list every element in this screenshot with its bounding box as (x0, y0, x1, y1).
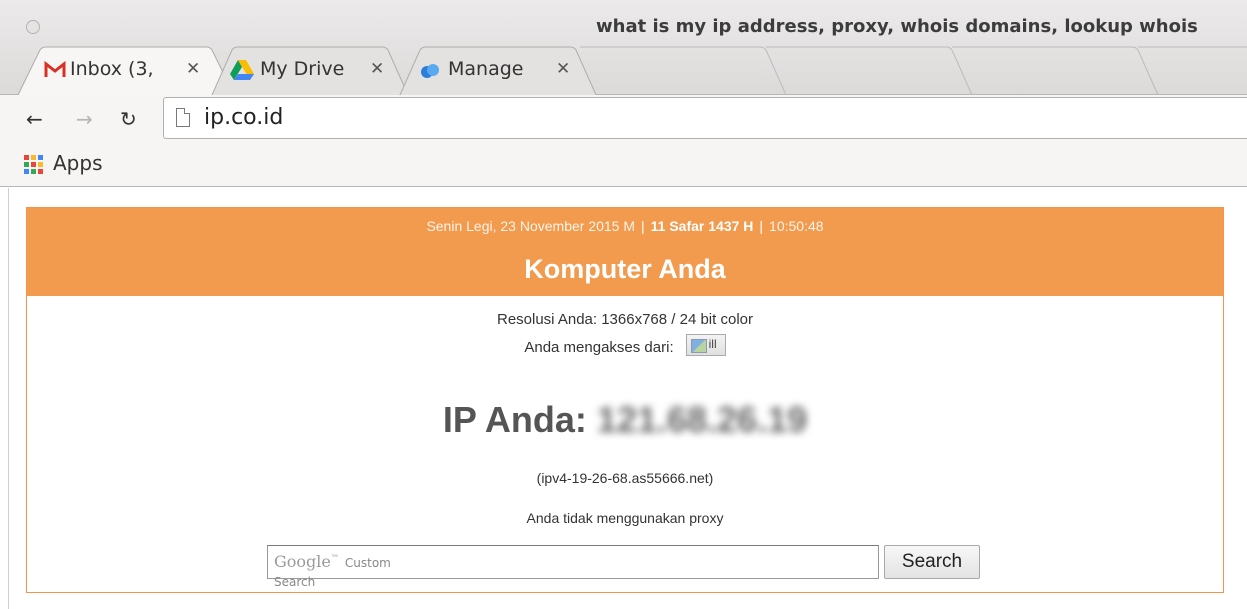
ip-value: 121.68.26.19 (596, 399, 808, 440)
window-title: what is my ip address, proxy, whois doma… (596, 16, 1198, 37)
info-panel: Senin Legi, 23 November 2015 M | 11 Safar … (26, 207, 1224, 593)
address-bar[interactable]: ip.co.id (163, 97, 1247, 139)
cloud-icon (418, 59, 440, 81)
tab-inbox[interactable]: Inbox (3, ✕ (16, 46, 236, 95)
page-viewport: Senin Legi, 23 November 2015 M | 11 Safar … (8, 188, 1247, 609)
tab-manage-close-icon[interactable]: ✕ (556, 59, 570, 79)
window-close-button[interactable] (26, 20, 40, 34)
tab-manage[interactable]: Manage ✕ (398, 46, 598, 95)
apps-bookmark[interactable]: Apps (53, 151, 103, 175)
page-title: Komputer Anda (524, 254, 726, 284)
search-button[interactable]: Search (884, 545, 980, 579)
tab-my-drive-close-icon[interactable]: ✕ (370, 59, 384, 79)
ip-label: IP Anda: (442, 399, 587, 440)
country-flag-image (685, 334, 726, 356)
bookmarks-bar: Apps (0, 143, 1247, 187)
clock-time: 10:50:48 (769, 218, 824, 234)
url-text[interactable]: ip.co.id (204, 105, 283, 130)
tab-my-drive-label: My Drive (260, 58, 345, 80)
ip-address-line: IP Anda: 121.68.26.19 (27, 399, 1223, 441)
proxy-status-text: Anda tidak menggunakan proxy (526, 510, 724, 526)
back-arrow-icon[interactable]: ← (26, 107, 43, 131)
hostname-text: (ipv4-19-26-68.as55666.net) (536, 470, 714, 486)
forward-arrow-icon[interactable]: → (76, 107, 93, 131)
apps-grid-icon[interactable] (24, 155, 43, 174)
resolution-text: Resolusi Anda: 1366x768 / 24 bit color (496, 311, 753, 328)
tab-my-drive[interactable]: My Drive ✕ (210, 46, 410, 95)
date-hijri: 11 Safar 1437 H (650, 218, 754, 234)
page-icon (176, 108, 190, 127)
date-line: Senin Legi, 23 November 2015 M | 11 Safar … (426, 218, 824, 234)
access-from-line: Anda mengakses dari: (27, 334, 1223, 356)
tab-manage-label: Manage (448, 58, 524, 80)
google-drive-icon (230, 59, 254, 81)
access-from-label: Anda mengakses dari: (524, 339, 674, 356)
reload-icon[interactable]: ↻ (120, 107, 137, 131)
date-gregorian: Senin Legi, 23 November 2015 M (426, 218, 636, 234)
gmail-icon (44, 59, 66, 81)
tab-inbox-close-icon[interactable]: ✕ (186, 59, 200, 79)
empty-tab-outlines (580, 46, 1247, 95)
tab-strip: Inbox (3, ✕ My Drive ✕ Manage ✕ (0, 46, 1247, 95)
search-input[interactable] (267, 545, 879, 579)
tab-inbox-label: Inbox (3, (70, 58, 154, 80)
panel-header: Senin Legi, 23 November 2015 M | 11 Safar … (27, 208, 1223, 296)
